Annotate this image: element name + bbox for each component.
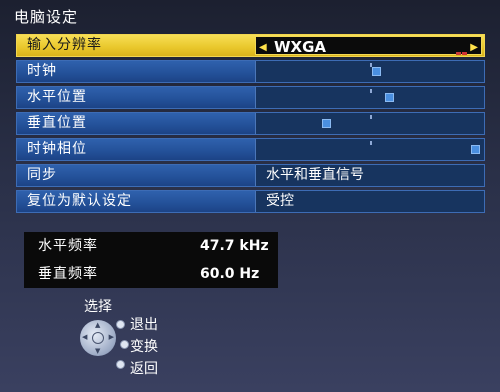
resolution-select[interactable]: ◀ WXGA ▶	[255, 36, 482, 58]
menu-item-vertical-position[interactable]: 垂直位置	[16, 112, 485, 135]
slider-center-mark	[370, 141, 372, 145]
indicator-icon	[455, 40, 467, 55]
v-frequency-value: 60.0 Hz	[200, 266, 260, 282]
slider-thumb[interactable]	[322, 119, 331, 128]
slider-track	[256, 87, 484, 108]
help-guide: 选择 ▲ ▼ ◀ ▶ 退出 变换 返回	[80, 296, 200, 386]
dpad-right-icon: ▶	[108, 333, 114, 341]
button-dot-icon	[116, 320, 125, 329]
horizontal-position-slider[interactable]	[255, 87, 484, 108]
slider-thumb[interactable]	[385, 93, 394, 102]
slider-track	[256, 61, 484, 82]
h-frequency-row: 水平频率 47.7 kHz	[24, 232, 278, 260]
menu-item-label: 时钟	[27, 63, 57, 79]
help-back-label: 返回	[130, 361, 158, 377]
button-dot-icon	[120, 340, 129, 349]
dpad-up-icon: ▲	[95, 321, 101, 329]
right-arrow-icon[interactable]: ▶	[470, 37, 478, 58]
help-change-label: 变换	[130, 339, 158, 355]
menu-item-label: 时钟相位	[27, 141, 87, 157]
menu-item-sync[interactable]: 同步 水平和垂直信号	[16, 164, 485, 187]
vertical-position-slider[interactable]	[255, 113, 484, 134]
v-frequency-label: 垂直频率	[38, 266, 98, 282]
slider-thumb[interactable]	[372, 67, 381, 76]
menu-item-clock[interactable]: 时钟	[16, 60, 485, 83]
slider-center-mark	[370, 89, 372, 93]
v-frequency-row: 垂直频率 60.0 Hz	[24, 260, 278, 288]
clock-phase-slider[interactable]	[255, 139, 484, 160]
sync-value[interactable]: 水平和垂直信号	[255, 165, 484, 186]
h-frequency-value: 47.7 kHz	[200, 238, 269, 254]
menu-item-label: 同步	[27, 167, 57, 183]
reset-value[interactable]: 受控	[255, 191, 484, 212]
menu-item-horizontal-position[interactable]: 水平位置	[16, 86, 485, 109]
menu-item-clock-phase[interactable]: 时钟相位	[16, 138, 485, 161]
dpad-icon: ▲ ▼ ◀ ▶	[80, 320, 116, 356]
settings-menu: 输入分辨率 ◀ WXGA ▶ 时钟 水平位置 垂直位置 时钟相位 同步 水平和垂…	[16, 34, 485, 216]
menu-item-input-resolution[interactable]: 输入分辨率 ◀ WXGA ▶	[16, 34, 485, 57]
slider-track	[256, 139, 484, 160]
frequency-panel: 水平频率 47.7 kHz 垂直频率 60.0 Hz	[24, 232, 278, 288]
help-select-label: 选择	[84, 299, 112, 315]
dpad-left-icon: ◀	[82, 333, 88, 341]
button-dot-icon	[116, 360, 125, 369]
slider-thumb[interactable]	[471, 145, 480, 154]
left-arrow-icon[interactable]: ◀	[259, 37, 267, 58]
dpad-center-icon	[92, 332, 104, 344]
menu-item-label: 垂直位置	[27, 115, 87, 131]
menu-item-label: 水平位置	[27, 89, 87, 105]
menu-item-label: 输入分辨率	[27, 37, 102, 53]
help-exit-label: 退出	[130, 317, 158, 333]
slider-track	[256, 113, 484, 134]
resolution-value: WXGA	[274, 38, 327, 56]
page-title: 电脑设定	[14, 8, 79, 26]
menu-item-reset-default[interactable]: 复位为默认设定 受控	[16, 190, 485, 213]
h-frequency-label: 水平频率	[38, 238, 98, 254]
dpad-down-icon: ▼	[95, 347, 101, 355]
menu-item-label: 复位为默认设定	[27, 193, 132, 209]
slider-center-mark	[370, 115, 372, 119]
clock-slider[interactable]	[255, 61, 484, 82]
